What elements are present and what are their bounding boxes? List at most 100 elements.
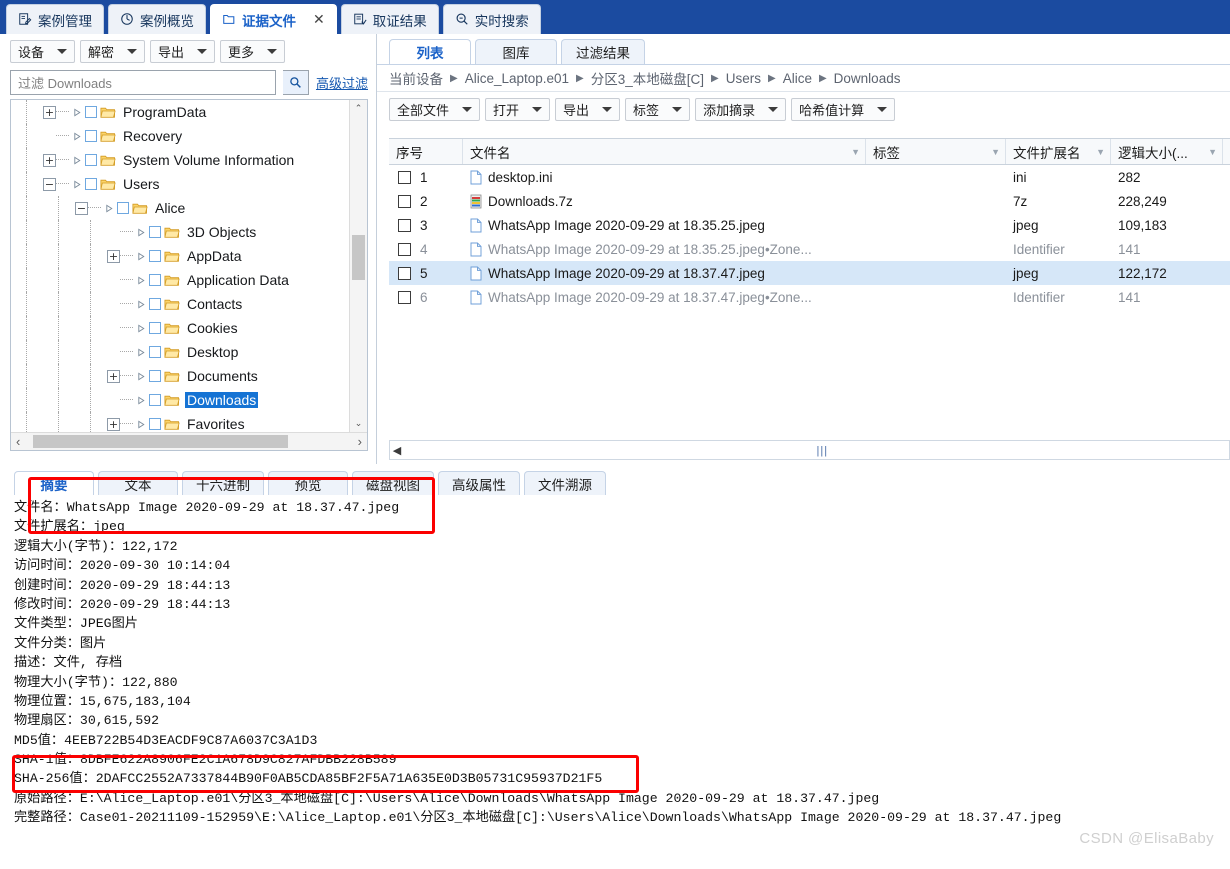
tree-checkbox[interactable] bbox=[149, 226, 161, 238]
column-header-ext[interactable]: 文件扩展名 ▼ bbox=[1006, 139, 1111, 164]
tree-expander[interactable]: + bbox=[107, 417, 120, 431]
breadcrumb-item-4[interactable]: Alice bbox=[783, 71, 812, 86]
detail-tab-5[interactable]: 高级属性 bbox=[438, 471, 520, 495]
scroll-left-icon[interactable]: ‹ bbox=[13, 434, 20, 449]
main-tab-1[interactable]: 案例概览 bbox=[108, 4, 206, 34]
tree-item[interactable]: + AppData bbox=[11, 244, 349, 268]
tree-item[interactable]: Recovery bbox=[11, 124, 349, 148]
hscroll-track[interactable]: ||| bbox=[404, 442, 1229, 458]
breadcrumb-item-2[interactable]: 分区3_本地磁盘[C] bbox=[591, 68, 704, 88]
tree-checkbox[interactable] bbox=[85, 178, 97, 190]
tree-item[interactable]: Desktop bbox=[11, 340, 349, 364]
expand-arrow-icon[interactable] bbox=[104, 203, 115, 214]
tree-item[interactable]: Application Data bbox=[11, 268, 349, 292]
tree-item[interactable]: − Alice bbox=[11, 196, 349, 220]
tree-checkbox[interactable] bbox=[85, 106, 97, 118]
breadcrumb-item-5[interactable]: Downloads bbox=[834, 71, 901, 86]
tree-vscroll-thumb[interactable] bbox=[352, 235, 365, 280]
tree-item[interactable]: Downloads bbox=[11, 388, 349, 412]
detail-tab-4[interactable]: 磁盘视图 bbox=[352, 471, 434, 495]
file-toolbar-button-4[interactable]: 添加摘录 bbox=[695, 98, 787, 121]
filter-funnel-icon[interactable]: ▼ bbox=[1208, 147, 1217, 157]
tree-checkbox[interactable] bbox=[117, 202, 129, 214]
scroll-up-icon[interactable]: ⌃ bbox=[350, 100, 367, 117]
table-horizontal-scrollbar[interactable]: ◀ ||| bbox=[389, 440, 1230, 460]
left-toolbar-button-0[interactable]: 设备 bbox=[10, 40, 76, 63]
tree-hscroll-thumb[interactable] bbox=[33, 435, 288, 448]
expand-arrow-icon[interactable] bbox=[136, 347, 147, 358]
breadcrumb-item-1[interactable]: Alice_Laptop.e01 bbox=[465, 71, 569, 86]
detail-tab-2[interactable]: 十六进制 bbox=[182, 471, 264, 495]
row-checkbox[interactable] bbox=[398, 242, 411, 256]
tree-expander[interactable]: − bbox=[75, 201, 88, 215]
tree-checkbox[interactable] bbox=[85, 130, 97, 142]
advanced-filter-link[interactable]: 高级过滤 bbox=[316, 73, 368, 92]
file-toolbar-button-0[interactable]: 全部文件 bbox=[389, 98, 481, 121]
table-row[interactable]: 5 WhatsApp Image 2020-09-29 at 18.37.47.… bbox=[389, 261, 1230, 285]
tree-vertical-scrollbar[interactable]: ⌃ ⌄ bbox=[349, 100, 367, 432]
tree-item[interactable]: − Users bbox=[11, 172, 349, 196]
tree-checkbox[interactable] bbox=[149, 250, 161, 262]
table-row[interactable]: 3 WhatsApp Image 2020-09-29 at 18.35.25.… bbox=[389, 213, 1230, 237]
tree-expander[interactable]: + bbox=[107, 369, 120, 383]
filter-input[interactable]: 过滤 Downloads bbox=[10, 70, 276, 95]
row-checkbox[interactable] bbox=[398, 194, 411, 208]
tree-item[interactable]: Contacts bbox=[11, 292, 349, 316]
tree-checkbox[interactable] bbox=[149, 394, 161, 406]
close-icon[interactable]: ✕ bbox=[313, 11, 325, 28]
column-header-seq[interactable]: 序号 bbox=[389, 139, 463, 164]
view-tab-1[interactable]: 图库 bbox=[475, 39, 557, 64]
table-row[interactable]: 4 WhatsApp Image 2020-09-29 at 18.35.25.… bbox=[389, 237, 1230, 261]
expand-arrow-icon[interactable] bbox=[136, 299, 147, 310]
expand-arrow-icon[interactable] bbox=[136, 323, 147, 334]
tree-item[interactable]: + Favorites bbox=[11, 412, 349, 432]
view-tab-2[interactable]: 过滤结果 bbox=[561, 39, 645, 64]
tree-checkbox[interactable] bbox=[85, 154, 97, 166]
column-header-name[interactable]: 文件名 ▼ bbox=[463, 139, 866, 164]
main-tab-0[interactable]: 案例管理 bbox=[6, 4, 104, 34]
breadcrumb-item-0[interactable]: 当前设备 bbox=[389, 68, 443, 88]
tree-checkbox[interactable] bbox=[149, 370, 161, 382]
tree-checkbox[interactable] bbox=[149, 322, 161, 334]
breadcrumb-item-3[interactable]: Users bbox=[726, 71, 761, 86]
expand-arrow-icon[interactable] bbox=[136, 251, 147, 262]
filter-funnel-icon[interactable]: ▼ bbox=[851, 147, 860, 157]
main-tab-3[interactable]: 取证结果 bbox=[340, 4, 439, 34]
left-toolbar-button-2[interactable]: 导出 bbox=[150, 40, 216, 63]
expand-arrow-icon[interactable] bbox=[72, 107, 83, 118]
expand-arrow-icon[interactable] bbox=[136, 227, 147, 238]
row-checkbox[interactable] bbox=[398, 266, 411, 280]
view-tab-0[interactable]: 列表 bbox=[389, 39, 471, 64]
expand-arrow-icon[interactable] bbox=[72, 131, 83, 142]
table-row[interactable]: 6 WhatsApp Image 2020-09-29 at 18.37.47.… bbox=[389, 285, 1230, 309]
tree-item[interactable]: 3D Objects bbox=[11, 220, 349, 244]
file-toolbar-button-2[interactable]: 导出 bbox=[555, 98, 621, 121]
column-header-size[interactable]: 逻辑大小(... ▼ bbox=[1111, 139, 1223, 164]
tree-item[interactable]: + ProgramData bbox=[11, 100, 349, 124]
tree-item[interactable]: + System Volume Information bbox=[11, 148, 349, 172]
expand-arrow-icon[interactable] bbox=[136, 275, 147, 286]
expand-arrow-icon[interactable] bbox=[136, 371, 147, 382]
filter-funnel-icon[interactable]: ▼ bbox=[1096, 147, 1105, 157]
scroll-right-icon[interactable]: › bbox=[358, 434, 365, 449]
tree-expander[interactable]: + bbox=[43, 153, 56, 167]
expand-arrow-icon[interactable] bbox=[136, 419, 147, 430]
main-tab-4[interactable]: 实时搜索 bbox=[442, 4, 541, 34]
tree-checkbox[interactable] bbox=[149, 298, 161, 310]
file-toolbar-button-3[interactable]: 标签 bbox=[625, 98, 691, 121]
left-toolbar-button-3[interactable]: 更多 bbox=[220, 40, 286, 63]
main-tab-2[interactable]: 证据文件 ✕ bbox=[210, 4, 337, 34]
row-checkbox[interactable] bbox=[398, 218, 411, 232]
column-header-tag[interactable]: 标签 ▼ bbox=[866, 139, 1006, 164]
tree-expander[interactable]: + bbox=[43, 105, 56, 119]
tree-checkbox[interactable] bbox=[149, 346, 161, 358]
search-icon[interactable] bbox=[282, 70, 309, 95]
tree-expander[interactable]: + bbox=[107, 249, 120, 263]
tree-item[interactable]: Cookies bbox=[11, 316, 349, 340]
expand-arrow-icon[interactable] bbox=[136, 395, 147, 406]
table-row[interactable]: 2 Downloads.7z 7z 228,249 bbox=[389, 189, 1230, 213]
tree-expander[interactable]: − bbox=[43, 177, 56, 191]
detail-tab-6[interactable]: 文件溯源 bbox=[524, 471, 606, 495]
detail-tab-3[interactable]: 预览 bbox=[268, 471, 348, 495]
detail-tab-1[interactable]: 文本 bbox=[98, 471, 178, 495]
